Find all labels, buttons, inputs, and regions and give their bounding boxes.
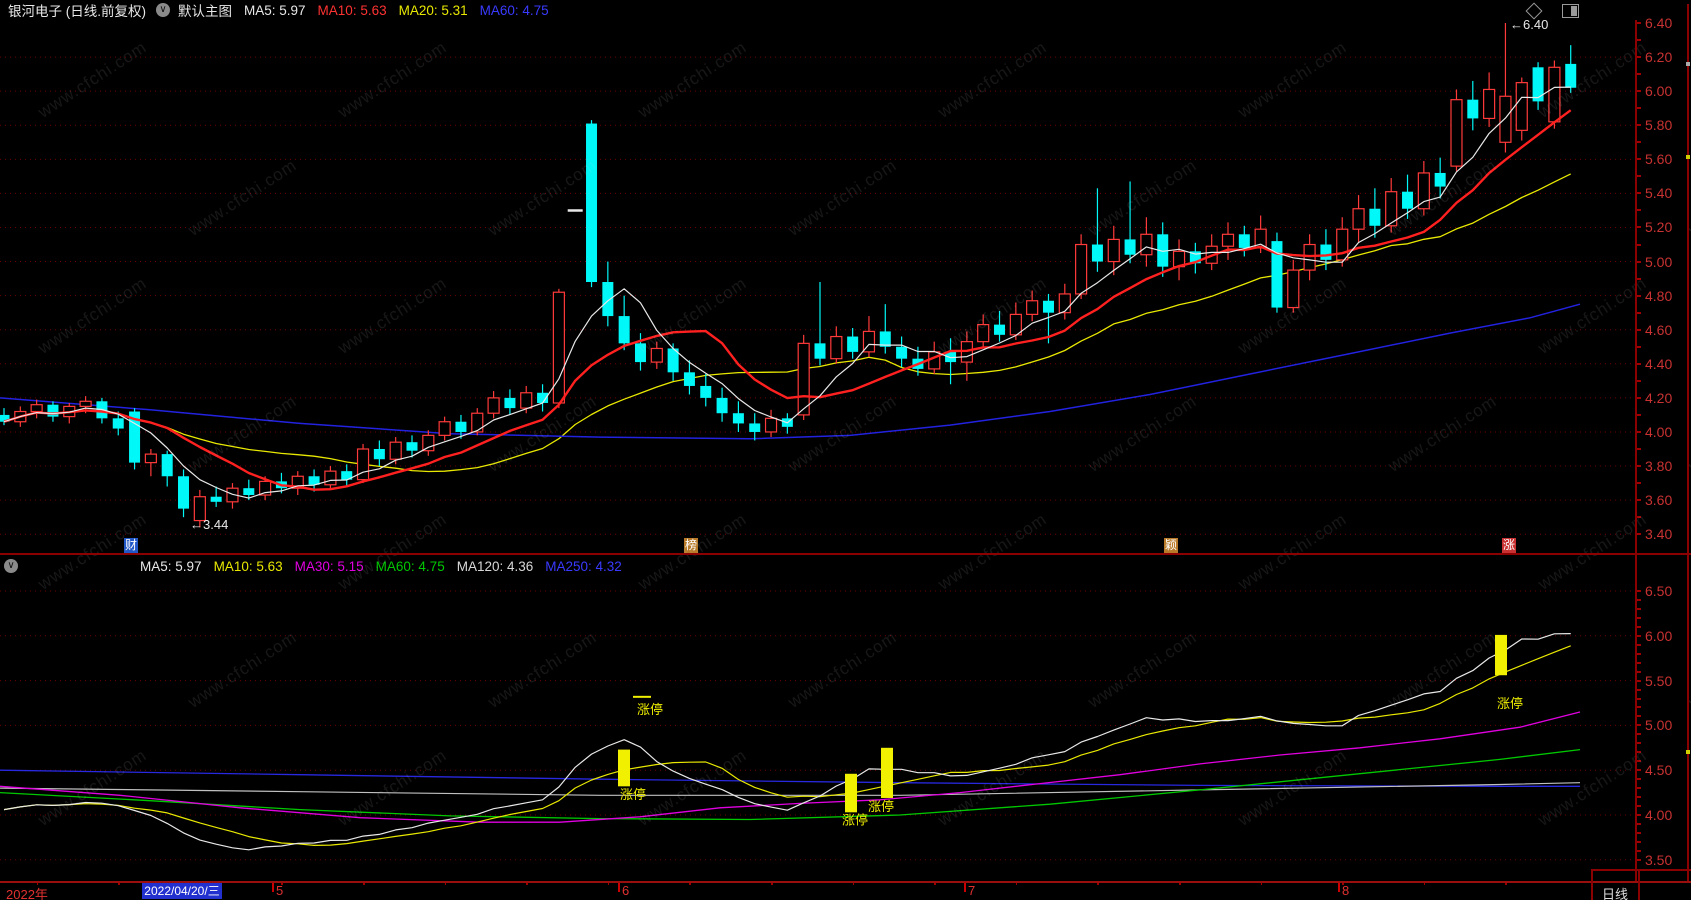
sub-ma10-legend: MA10: 5.63: [213, 558, 283, 574]
limit-up-label: 涨停: [637, 702, 663, 717]
ma60-legend: MA60: 4.75: [479, 2, 549, 18]
corner-box-top-line: [1591, 869, 1691, 871]
time-axis-line: [0, 881, 1691, 883]
month-tick: [964, 882, 966, 892]
month-tick: [272, 882, 274, 892]
indicator-name[interactable]: MA显示涨跌停: [24, 554, 128, 578]
event-badge-颖[interactable]: 颖: [1164, 538, 1178, 553]
limit-up-label: 涨停: [1497, 696, 1523, 711]
stock-app-window: 银河电子 (日线.前复权) ∨ 默认主图 MA5: 5.97 MA10: 5.6…: [0, 0, 1691, 900]
corner-box-left-line: [1591, 869, 1593, 900]
period-selector[interactable]: 日线: [1602, 884, 1628, 900]
chevron-down-icon[interactable]: ∨: [156, 3, 170, 17]
chevron-down-icon[interactable]: ∨: [4, 559, 18, 573]
month-tick: [1338, 882, 1340, 892]
price-axis-line: [1635, 20, 1637, 881]
selected-date-box[interactable]: 2022/04/20/三: [142, 883, 222, 899]
limit-up-label: 涨停: [868, 799, 894, 814]
month-label: 5: [276, 883, 284, 898]
limit-up-bar: [881, 747, 893, 798]
sub-ma60-legend: MA60: 4.75: [375, 558, 445, 574]
month-tick: [618, 882, 620, 892]
sub-chart-canvas[interactable]: 涨停涨停涨停涨停涨停: [0, 577, 1691, 881]
ma20-legend: MA20: 5.31: [398, 2, 468, 18]
main-chart-canvas[interactable]: [0, 20, 1691, 556]
sub-ma5-legend: MA5: 5.97: [140, 558, 202, 574]
year-label: 2022年: [6, 887, 48, 900]
event-badge-涨[interactable]: 涨: [1502, 538, 1516, 553]
edge-mark-gray: [1686, 62, 1690, 66]
sub-ma30-legend: MA30: 5.15: [294, 558, 364, 574]
high-price-annotation: ←6.40: [1510, 17, 1549, 32]
limit-up-bar: [1495, 634, 1507, 676]
month-label: 7: [968, 883, 976, 898]
sub-ma250-legend: MA250: 4.32: [545, 558, 622, 574]
main-view-selector[interactable]: 默认主图: [178, 0, 232, 20]
ma5-legend: MA5: 5.97: [244, 2, 306, 18]
panel-divider-line: [0, 553, 1691, 555]
month-label: 8: [1342, 883, 1350, 898]
month-label: 6: [622, 883, 630, 898]
limit-up-bar: [845, 773, 857, 813]
event-badge-财[interactable]: 财: [124, 538, 138, 553]
event-badge-榜[interactable]: 榜: [684, 538, 698, 553]
limit-up-label: 涨停: [842, 812, 868, 827]
window-titlebar: 银河电子 (日线.前复权) ∨ 默认主图 MA5: 5.97 MA10: 5.6…: [0, 0, 1691, 20]
limit-up-label: 涨停: [620, 787, 646, 802]
corner-box-mid-line: [1638, 869, 1640, 900]
ma10-legend: MA10: 5.63: [317, 2, 387, 18]
limit-up-bar: [618, 749, 630, 787]
edge-mark-yellow: [1686, 750, 1690, 754]
edge-mark-yellow: [1686, 155, 1690, 159]
low-price-annotation: ←3.44: [190, 517, 229, 532]
panel-layout-icon[interactable]: [1562, 4, 1579, 18]
sub-ma120-legend: MA120: 4.36: [456, 558, 534, 574]
symbol-title: 银河电子 (日线.前复权): [8, 4, 146, 19]
sub-panel-header: ∨ MA显示涨跌停 MA5: 5.97 MA10: 5.63 MA30: 5.1…: [0, 554, 1691, 578]
